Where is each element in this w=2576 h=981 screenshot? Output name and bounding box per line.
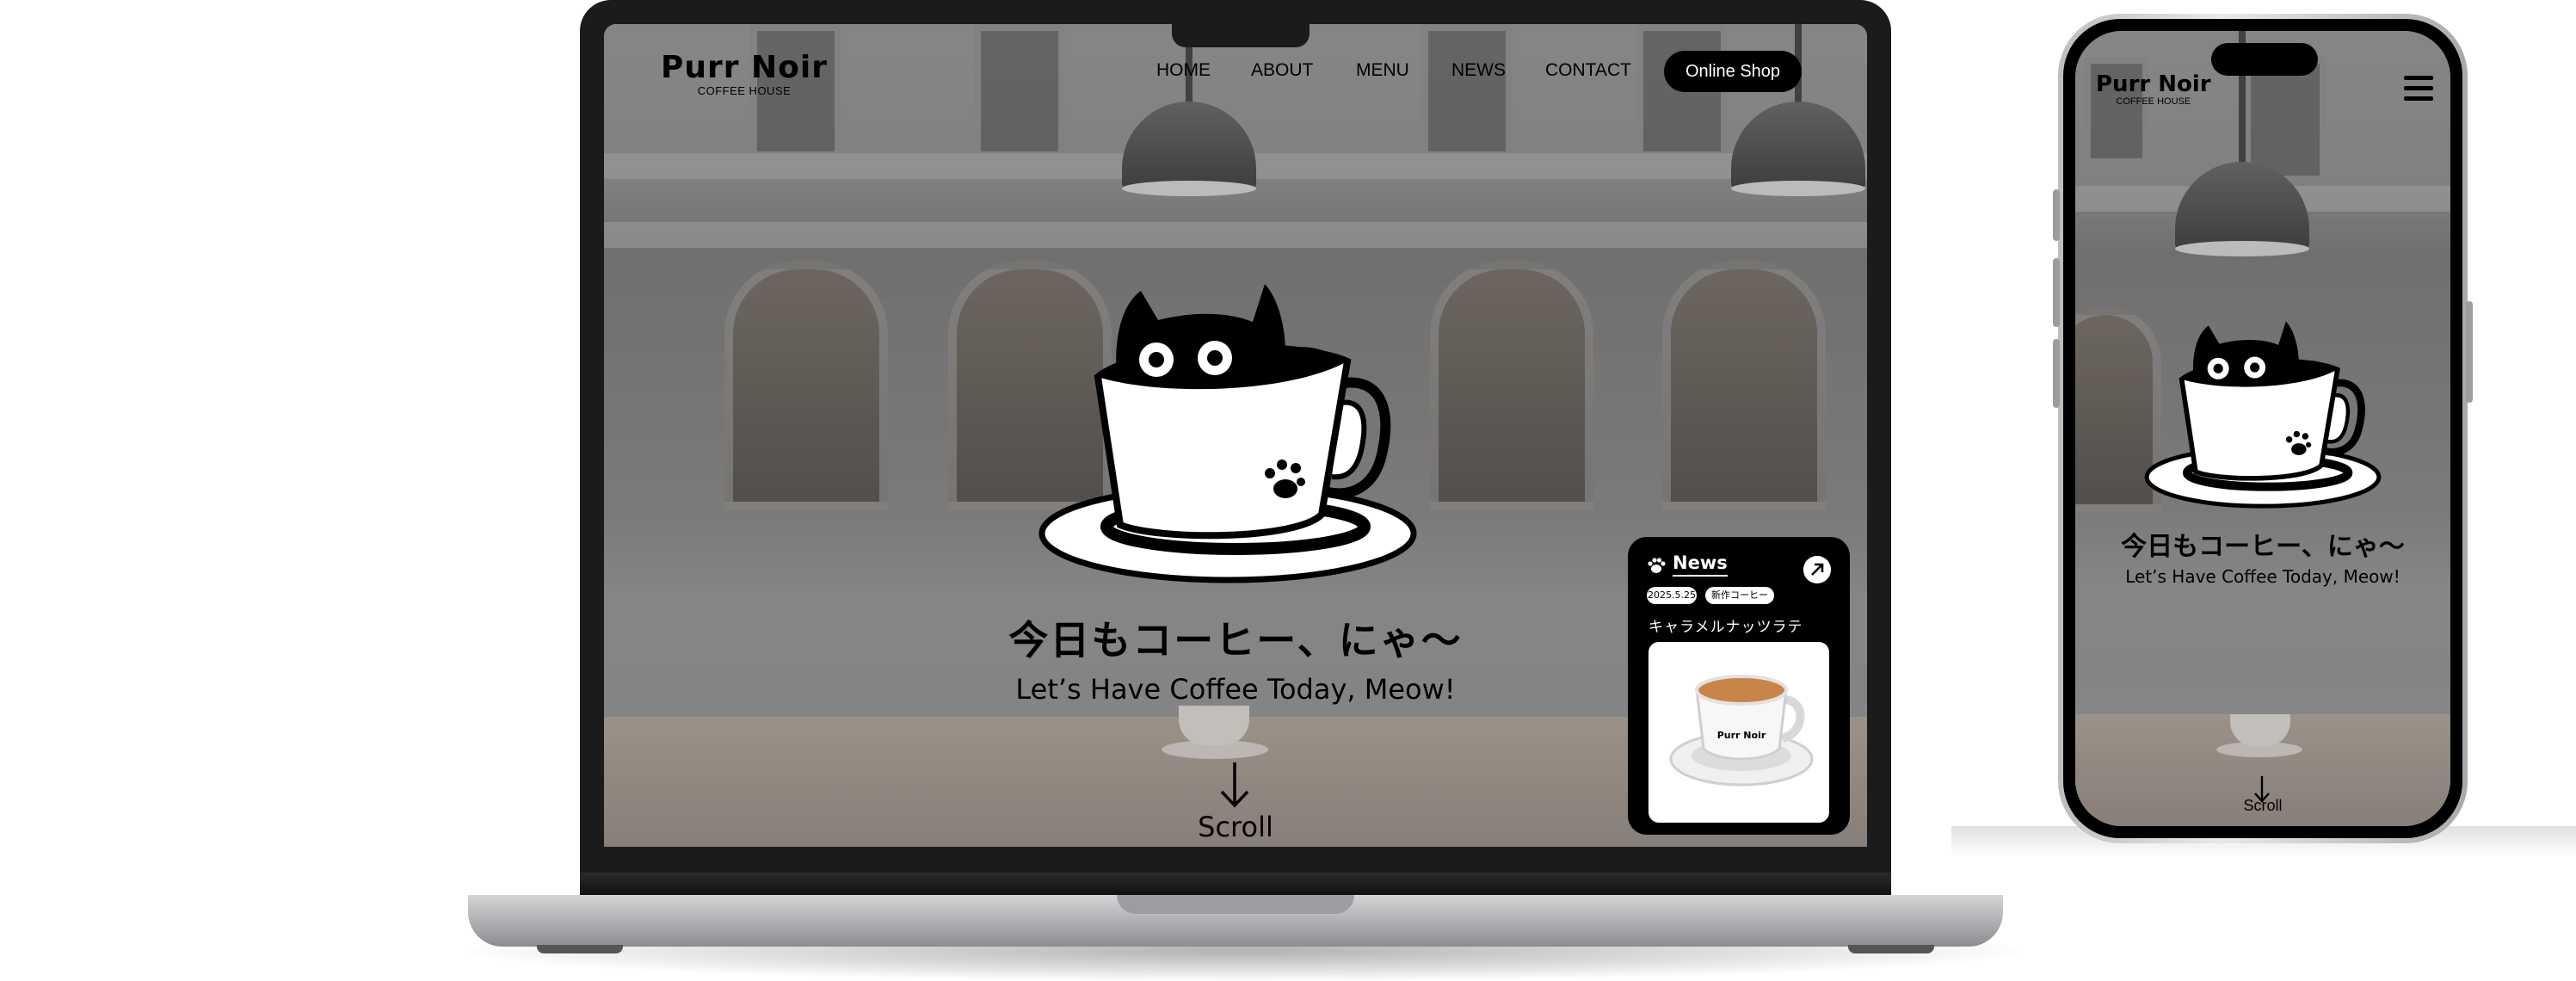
site-logo[interactable]: Purr Noir COFFEE HOUSE — [661, 50, 829, 98]
scroll-label[interactable]: Scroll — [1149, 811, 1322, 843]
coffee-cup-image: Purr Noir — [1669, 675, 1814, 787]
scroll-label[interactable]: Scroll — [2220, 797, 2306, 815]
laptop-foot — [1848, 945, 1934, 953]
dynamic-island — [2211, 43, 2318, 76]
laptop-opening-groove — [1117, 895, 1354, 914]
desktop-screen: Purr Noir COFFEE HOUSE HOME ABOUT MENU N… — [604, 24, 1867, 847]
hamburger-menu-icon[interactable] — [2404, 76, 2433, 102]
news-card[interactable]: News 2025.5.25 新作コーヒー キャラメルナッツラテ Purr No… — [1628, 537, 1850, 835]
nav-news[interactable]: NEWS — [1451, 60, 1506, 81]
nav-menu[interactable]: MENU — [1356, 60, 1409, 81]
paw-icon — [1648, 558, 1666, 573]
cat-in-cup-logo — [1038, 284, 1417, 583]
news-category-badge: 新作コーヒー — [1705, 587, 1774, 604]
nav-home[interactable]: HOME — [1156, 60, 1211, 81]
arrow-up-right-icon[interactable] — [1803, 556, 1831, 583]
hero-subtitle: Let’s Have Coffee Today, Meow! — [2125, 566, 2400, 587]
phone-side-button — [2053, 258, 2060, 327]
phone-power-button — [2466, 301, 2473, 403]
news-headline: キャラメルナッツラテ — [1649, 619, 1803, 636]
cup-brand-mark: Purr Noir — [1717, 730, 1766, 741]
laptop-foot — [537, 945, 623, 953]
logo-name: Purr Noir — [2096, 71, 2211, 97]
hero-title-jp: 今日もコーヒー、にゃ〜 — [2121, 532, 2405, 562]
camera-notch — [1172, 24, 1310, 47]
nav-about[interactable]: ABOUT — [1251, 60, 1313, 81]
nav-contact[interactable]: CONTACT — [1545, 60, 1631, 81]
logo-tagline: COFFEE HOUSE — [697, 84, 792, 97]
mobile-screen: Purr Noir COFFEE HOUSE 今日もコーヒー、にゃ〜 Let’s… — [2075, 31, 2450, 826]
logo-name: Purr Noir — [661, 50, 829, 85]
cat-in-cup-logo — [2144, 321, 2382, 509]
mobile-logo[interactable]: Purr Noir COFFEE HOUSE — [2096, 72, 2211, 107]
news-date-badge: 2025.5.25 — [1647, 587, 1697, 604]
online-shop-button[interactable]: Online Shop — [1664, 51, 1802, 92]
news-photo: Purr Noir — [1649, 642, 1829, 823]
phone-side-button — [2053, 339, 2060, 408]
logo-tagline: COFFEE HOUSE — [2116, 96, 2191, 107]
laptop-hinge — [580, 873, 1891, 895]
arrow-down-icon[interactable] — [1220, 761, 1249, 809]
hero-title-jp: 今日もコーヒー、にゃ〜 — [1008, 617, 1463, 663]
phone-side-button — [2053, 189, 2060, 241]
news-title: News — [1673, 552, 1728, 577]
hero-subtitle: Let’s Have Coffee Today, Meow! — [1015, 673, 1456, 706]
